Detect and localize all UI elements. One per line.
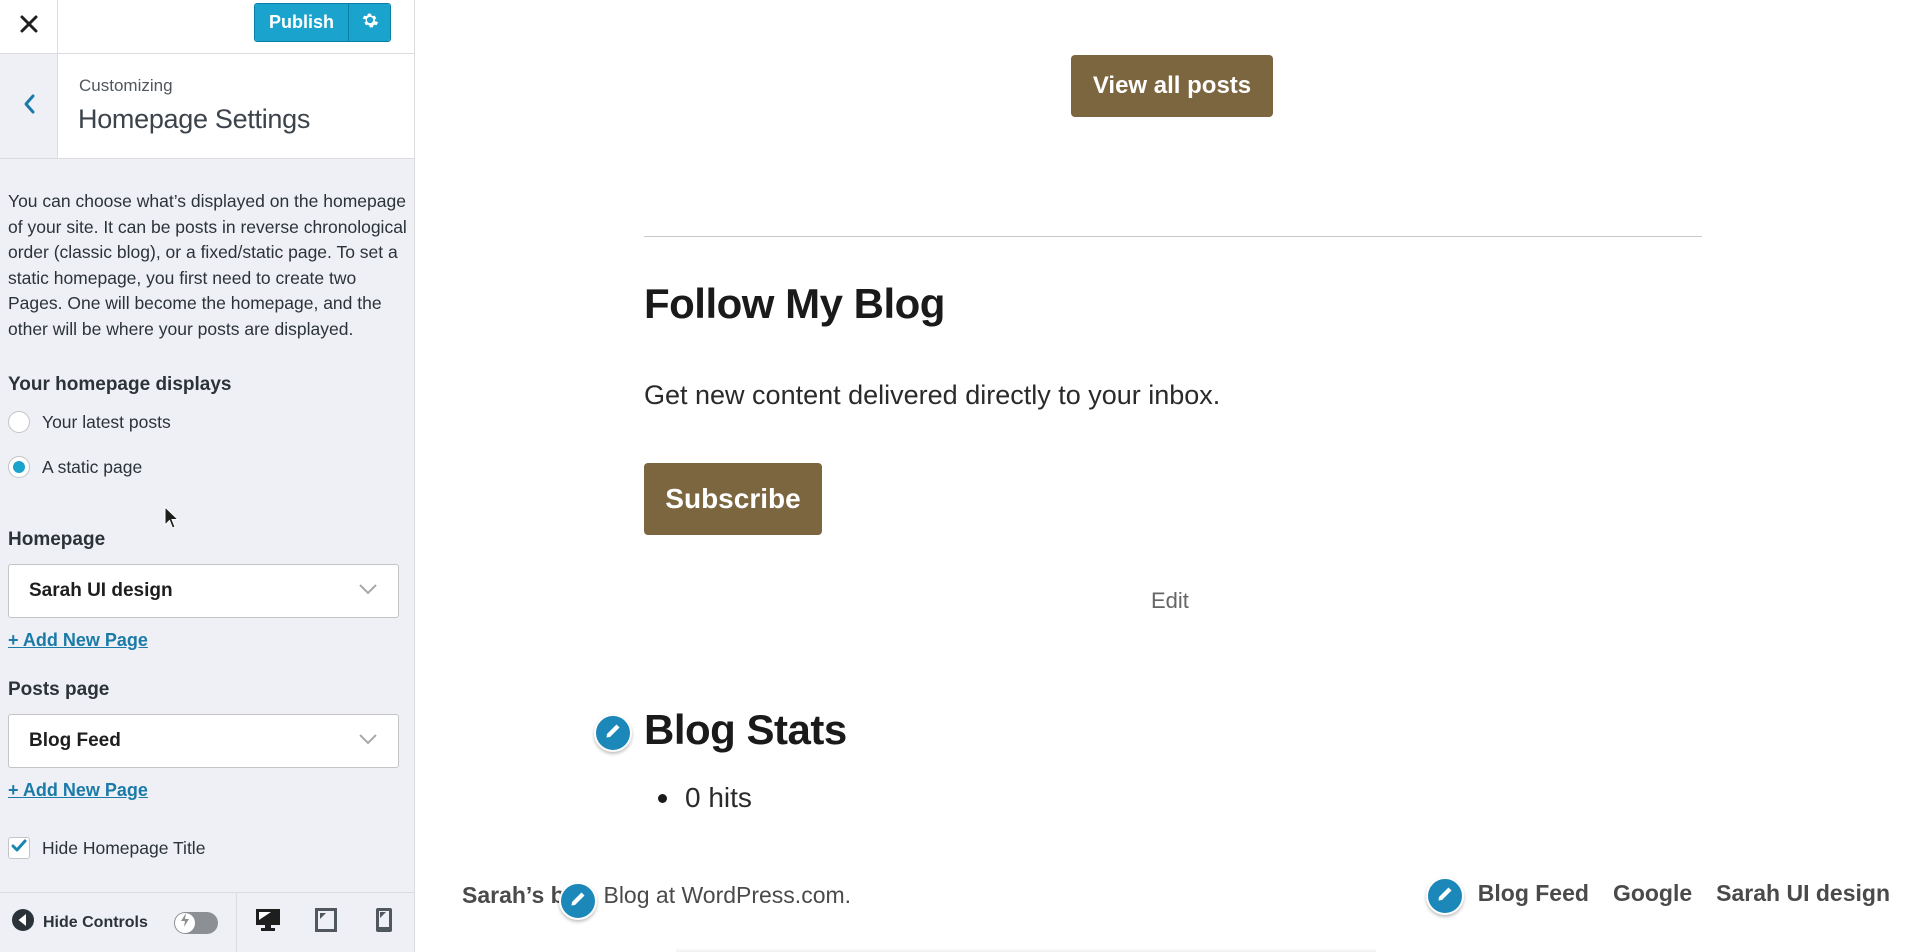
blog-stats-heading: Blog Stats xyxy=(644,706,847,753)
add-new-posts-page-link[interactable]: + Add New Page xyxy=(8,780,148,801)
customizer-footer: Hide Controls xyxy=(0,892,414,952)
hide-title-checkbox[interactable] xyxy=(8,837,30,859)
device-mobile-button[interactable] xyxy=(369,908,399,938)
site-preview: View all posts Follow My Blog Get new co… xyxy=(416,0,1920,952)
chevron-down-icon xyxy=(358,582,378,600)
toggle-knob xyxy=(174,912,195,933)
desktop-icon xyxy=(255,908,281,937)
footer-menu: Blog Feed Google Sarah UI design xyxy=(1478,880,1890,907)
section-header: Customizing Homepage Settings xyxy=(0,54,414,159)
panel-body: You can choose what’s displayed on the h… xyxy=(0,189,414,859)
follow-blog-description: Get new content delivered directly to yo… xyxy=(644,380,1221,410)
hide-controls-label: Hide Controls xyxy=(43,913,148,931)
hide-controls-button[interactable]: Hide Controls xyxy=(0,893,236,952)
mouse-cursor-icon xyxy=(164,505,180,535)
checkbox-label: Hide Homepage Title xyxy=(42,837,206,858)
checkmark-icon xyxy=(11,839,27,858)
footer-menu-item[interactable]: Google xyxy=(1613,880,1692,907)
edit-shortcut-blog-stats[interactable] xyxy=(594,714,632,752)
breadcrumb: Customizing xyxy=(79,76,173,95)
homepage-label: Homepage xyxy=(8,529,106,550)
footer-menu-item[interactable]: Blog Feed xyxy=(1478,880,1589,907)
posts-page-select-value: Blog Feed xyxy=(29,730,121,751)
device-preview-group xyxy=(236,893,399,952)
edit-shortcut-site-title[interactable] xyxy=(559,882,597,920)
customizer-sidebar: Publish Customizing Homepage Settings Yo… xyxy=(0,0,415,952)
radio-latest-posts[interactable]: Your latest posts xyxy=(8,410,406,434)
pencil-icon xyxy=(1436,885,1454,908)
homepage-displays-label: Your homepage displays xyxy=(8,374,232,395)
site-footer-credit: Sarah’s b , Blog at WordPress.com. xyxy=(462,882,851,909)
tablet-icon xyxy=(315,908,337,937)
radio-dot xyxy=(13,461,25,473)
radio-label: Your latest posts xyxy=(42,411,171,432)
publish-group: Publish xyxy=(254,3,392,42)
posts-page-label: Posts page xyxy=(8,679,110,700)
collapse-arrow-icon xyxy=(11,908,35,937)
pencil-icon xyxy=(569,890,587,913)
add-new-homepage-link[interactable]: + Add New Page xyxy=(8,630,148,651)
panel-description: You can choose what’s displayed on the h… xyxy=(8,191,407,339)
section-divider xyxy=(644,236,1702,237)
publish-button[interactable]: Publish xyxy=(255,4,350,41)
stats-item-text: 0 hits xyxy=(685,782,752,813)
stats-item: 0 hits xyxy=(658,782,752,814)
close-icon xyxy=(20,15,38,38)
footer-credit-text[interactable]: , Blog at WordPress.com. xyxy=(591,882,851,908)
device-desktop-button[interactable] xyxy=(253,908,283,938)
follow-blog-heading: Follow My Blog xyxy=(644,280,945,327)
bullet xyxy=(658,793,667,803)
view-all-posts-button[interactable]: View all posts xyxy=(1071,55,1273,117)
edit-link[interactable]: Edit xyxy=(1151,588,1189,614)
mobile-icon xyxy=(376,908,392,937)
radio-label: A static page xyxy=(42,456,143,477)
edit-shortcut-footer-menu[interactable] xyxy=(1426,877,1464,915)
customizer-header: Publish xyxy=(0,0,414,54)
radio-static-page[interactable]: A static page xyxy=(8,455,406,479)
back-button[interactable] xyxy=(0,54,58,158)
panel-title: Homepage Settings xyxy=(78,104,311,134)
device-tablet-button[interactable] xyxy=(311,908,341,938)
lightning-icon xyxy=(180,913,190,932)
publish-settings-button[interactable] xyxy=(349,4,391,41)
close-button[interactable] xyxy=(0,0,58,53)
chevron-down-icon xyxy=(358,732,378,750)
footer-menu-item[interactable]: Sarah UI design xyxy=(1716,880,1890,907)
radio-button-selected[interactable] xyxy=(8,456,30,478)
scroll-shadow xyxy=(676,948,1376,952)
site-name-link[interactable]: Sarah’s b xyxy=(462,882,565,908)
posts-page-select[interactable]: Blog Feed xyxy=(8,714,399,768)
gear-icon xyxy=(361,11,379,34)
homepage-select-value: Sarah UI design xyxy=(29,580,173,601)
quick-mode-toggle[interactable] xyxy=(173,911,218,934)
subscribe-button[interactable]: Subscribe xyxy=(644,463,822,535)
blog-stats-list: 0 hits xyxy=(658,782,752,814)
hide-homepage-title-option[interactable]: Hide Homepage Title xyxy=(8,837,406,859)
chevron-left-icon xyxy=(22,93,36,120)
radio-button[interactable] xyxy=(8,411,30,433)
homepage-select[interactable]: Sarah UI design xyxy=(8,564,399,618)
pencil-icon xyxy=(604,722,622,745)
